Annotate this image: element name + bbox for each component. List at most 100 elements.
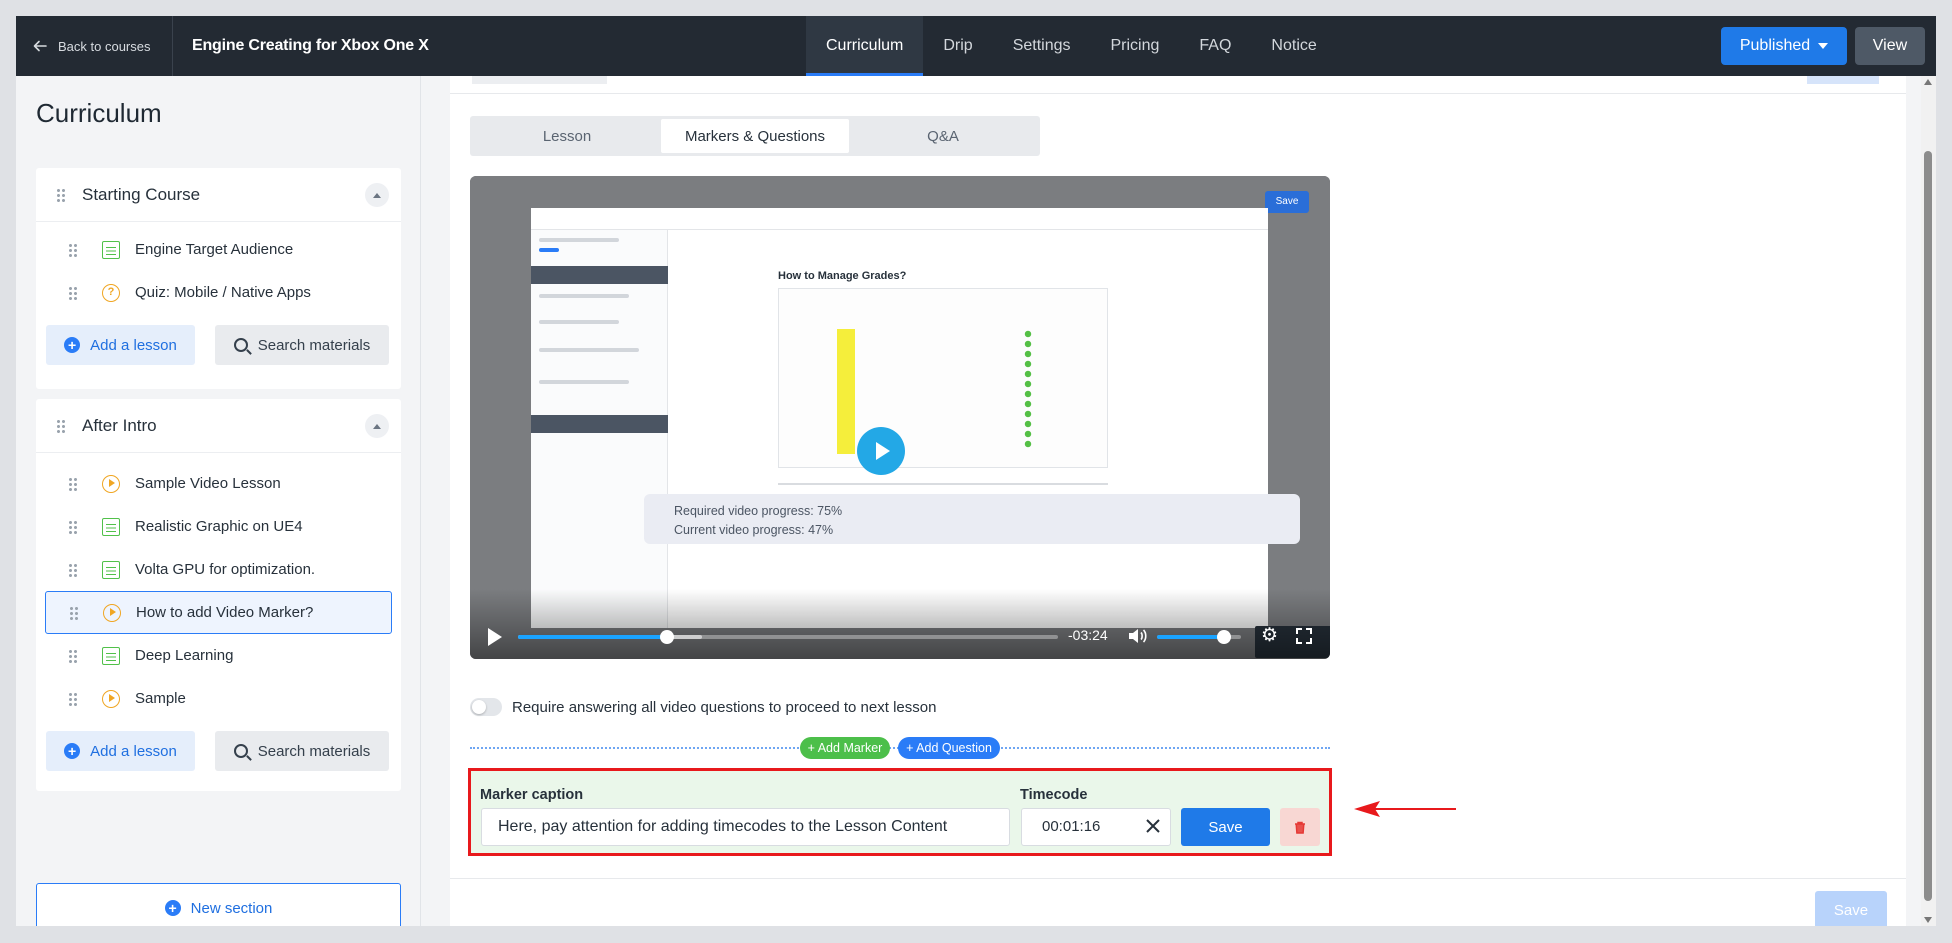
seek-bar[interactable] xyxy=(518,630,1058,644)
lesson-item[interactable]: Volta GPU for optimization. xyxy=(45,548,392,591)
scroll-down-icon[interactable] xyxy=(1924,917,1932,923)
video-icon xyxy=(103,603,121,622)
tab-curriculum[interactable]: Curriculum xyxy=(806,16,924,76)
add-lesson-button[interactable]: + Add a lesson xyxy=(46,325,195,365)
video-controls: -03:24 ⚙ xyxy=(470,613,1330,659)
drag-handle-icon[interactable] xyxy=(68,691,78,706)
new-section-label: New section xyxy=(190,899,273,917)
tab-qa[interactable]: Q&A xyxy=(849,119,1037,153)
plus-circle-icon: + xyxy=(64,743,81,759)
published-label: Published xyxy=(1739,37,1811,54)
back-to-courses-link[interactable]: Back to courses xyxy=(32,16,151,76)
volume-icon[interactable] xyxy=(1127,627,1149,645)
lesson-item[interactable]: Sample xyxy=(45,677,392,720)
drag-handle-icon[interactable] xyxy=(56,187,66,202)
lesson-item[interactable]: Deep Learning xyxy=(45,634,392,677)
new-section-button[interactable]: + New section xyxy=(36,883,401,926)
footer-divider xyxy=(450,878,1906,879)
search-materials-label: Search materials xyxy=(257,742,371,760)
annotation-arrow-icon xyxy=(1354,801,1456,817)
video-icon xyxy=(102,689,120,708)
clear-icon[interactable] xyxy=(1144,817,1162,835)
add-lesson-button[interactable]: + Add a lesson xyxy=(46,731,195,771)
scrollbar-thumb[interactable] xyxy=(1924,151,1932,901)
section-header[interactable]: After Intro xyxy=(36,399,401,453)
drag-handle-icon[interactable] xyxy=(68,519,78,534)
lesson-item[interactable]: ? Quiz: Mobile / Native Apps xyxy=(45,271,392,314)
published-dropdown-button[interactable]: Published xyxy=(1721,27,1847,65)
document-icon xyxy=(102,560,120,579)
scroll-up-icon[interactable] xyxy=(1924,79,1932,85)
marker-caption-label: Marker caption xyxy=(480,787,584,803)
search-materials-button[interactable]: Search materials xyxy=(215,731,389,771)
section-actions: + Add a lesson Search materials xyxy=(36,314,401,376)
curriculum-sidebar: Curriculum Starting Course Engine Target… xyxy=(16,76,421,926)
video-inner-screenshot xyxy=(778,288,1108,468)
volume-slider[interactable] xyxy=(1157,630,1241,644)
tab-faq[interactable]: FAQ xyxy=(1179,16,1251,76)
play-overlay-button[interactable] xyxy=(857,427,905,475)
video-player[interactable]: Save How to Manage Grades? Required vide… xyxy=(470,176,1330,659)
lesson-item[interactable]: Realistic Graphic on UE4 xyxy=(45,505,392,548)
tab-drip[interactable]: Drip xyxy=(923,16,992,76)
save-marker-button[interactable]: Save xyxy=(1181,808,1270,846)
view-button[interactable]: View xyxy=(1855,27,1925,65)
collapse-section-button[interactable] xyxy=(365,183,389,207)
marker-caption-input[interactable]: Here, pay attention for adding timecodes… xyxy=(481,808,1010,846)
trash-icon xyxy=(1295,821,1305,834)
video-inner-sidebar xyxy=(531,230,668,628)
video-progress-box: Required video progress: 75% Current vid… xyxy=(644,494,1300,544)
plus-circle-icon: + xyxy=(164,900,181,916)
search-materials-button[interactable]: Search materials xyxy=(215,325,389,365)
divider xyxy=(172,16,173,76)
drag-handle-icon[interactable] xyxy=(69,605,79,620)
section-starting-course: Starting Course Engine Target Audience ?… xyxy=(36,168,401,389)
section-actions: + Add a lesson Search materials xyxy=(36,720,401,782)
delete-marker-button[interactable] xyxy=(1280,808,1320,846)
lesson-item[interactable]: Engine Target Audience xyxy=(45,228,392,271)
document-icon xyxy=(102,517,120,536)
drag-handle-icon[interactable] xyxy=(68,285,78,300)
video-screen-content: How to Manage Grades? Required video pro… xyxy=(531,208,1330,658)
gear-icon[interactable]: ⚙ xyxy=(1261,626,1278,646)
tab-notice[interactable]: Notice xyxy=(1251,16,1336,76)
lesson-label: Sample xyxy=(135,690,186,707)
sidebar-title: Curriculum xyxy=(36,98,162,128)
section-header[interactable]: Starting Course xyxy=(36,168,401,222)
collapse-section-button[interactable] xyxy=(365,414,389,438)
drag-handle-icon[interactable] xyxy=(56,418,66,433)
tab-lesson[interactable]: Lesson xyxy=(473,119,661,153)
drag-handle-icon[interactable] xyxy=(68,476,78,491)
section-after-intro: After Intro Sample Video Lesson Realisti… xyxy=(36,399,401,791)
seek-handle[interactable] xyxy=(659,630,674,644)
lesson-label: How to add Video Marker? xyxy=(136,604,314,621)
save-lesson-button[interactable]: Save xyxy=(1815,891,1887,926)
timecode-input[interactable]: 00:01:16 xyxy=(1021,808,1171,846)
tab-pricing[interactable]: Pricing xyxy=(1091,16,1180,76)
scrollbar[interactable] xyxy=(1921,76,1936,926)
fullscreen-icon[interactable] xyxy=(1296,628,1312,644)
section-title: After Intro xyxy=(82,415,157,435)
course-title: Engine Creating for Xbox One X xyxy=(192,37,429,54)
section-title: Starting Course xyxy=(82,184,201,204)
current-progress-text: Current video progress: 47% xyxy=(674,523,834,537)
volume-level xyxy=(1157,635,1225,639)
button-remnant xyxy=(1807,76,1879,84)
volume-handle[interactable] xyxy=(1217,630,1232,644)
play-icon[interactable] xyxy=(488,628,502,646)
search-icon xyxy=(233,744,248,758)
add-marker-button[interactable]: + Add Marker xyxy=(800,737,890,759)
video-save-button: Save xyxy=(1265,191,1309,213)
tab-markers-questions[interactable]: Markers & Questions xyxy=(661,119,849,153)
lesson-item[interactable]: Sample Video Lesson xyxy=(45,462,392,505)
search-materials-label: Search materials xyxy=(257,336,371,354)
main-nav: Curriculum Drip Settings Pricing FAQ Not… xyxy=(806,16,1337,76)
add-lesson-label: Add a lesson xyxy=(90,336,177,354)
drag-handle-icon[interactable] xyxy=(68,562,78,577)
tab-settings[interactable]: Settings xyxy=(993,16,1091,76)
add-question-button[interactable]: + Add Question xyxy=(898,737,1000,759)
require-answers-toggle[interactable] xyxy=(470,698,502,716)
drag-handle-icon[interactable] xyxy=(68,242,78,257)
drag-handle-icon[interactable] xyxy=(68,648,78,663)
lesson-item-selected[interactable]: How to add Video Marker? xyxy=(45,591,392,634)
